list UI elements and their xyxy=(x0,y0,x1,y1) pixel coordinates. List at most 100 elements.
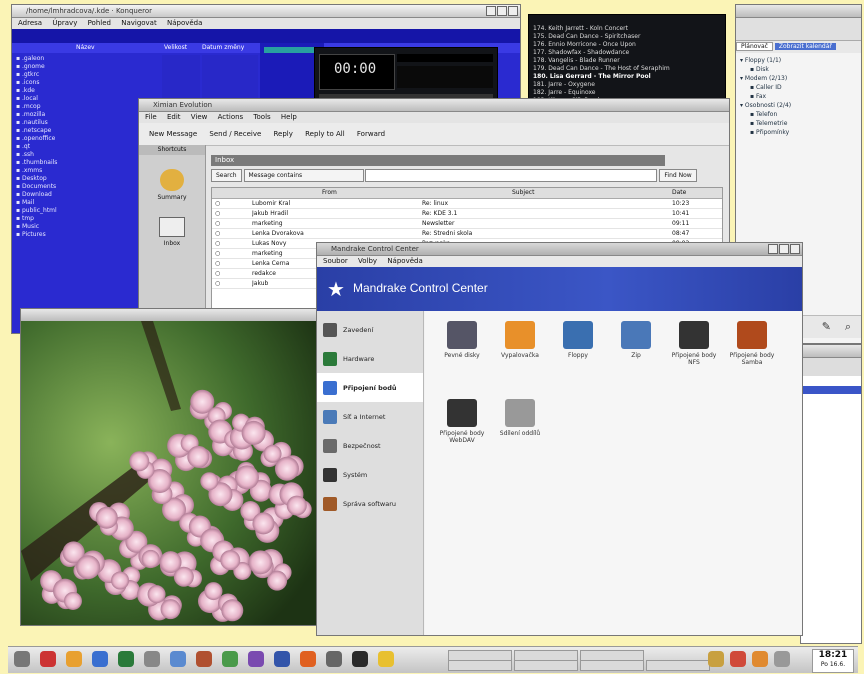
reply-button[interactable]: Reply xyxy=(274,130,293,138)
status-icon[interactable]: ○ xyxy=(215,209,220,218)
col-date-header[interactable]: Datum změny xyxy=(202,43,244,53)
pencil-icon[interactable]: ✎ xyxy=(822,320,831,333)
mount-point-item[interactable]: Připojené body NFS xyxy=(671,321,717,366)
tab-planner[interactable]: Plánovač xyxy=(736,42,773,51)
menu-item[interactable]: Tools xyxy=(253,113,270,121)
tools-icon[interactable] xyxy=(144,651,160,667)
file-manager-titlebar[interactable]: /home/lmhradcova/.kde · Konqueror xyxy=(12,5,520,18)
console-icon[interactable] xyxy=(352,651,368,667)
sidebar-item[interactable]: Bezpečnost xyxy=(317,431,423,460)
terminal-icon[interactable] xyxy=(274,651,290,667)
menu-item[interactable]: Pohled xyxy=(88,19,111,27)
file-item[interactable]: ▪ .kde xyxy=(12,87,160,95)
shortcut-summary[interactable]: Summary xyxy=(139,169,205,201)
playlist-item[interactable]: 175. Dead Can Dance - Spiritchaser xyxy=(529,33,725,41)
playlist-item[interactable]: 179. Dead Can Dance - The Host of Seraph… xyxy=(529,65,725,73)
status-icon[interactable]: ○ xyxy=(215,229,220,238)
col-from-header[interactable]: From xyxy=(322,188,337,198)
col-name-header[interactable]: Název xyxy=(76,43,95,53)
tree-item[interactable]: ▪ Fax xyxy=(740,92,857,101)
menu-item[interactable]: Actions xyxy=(218,113,244,121)
send-receive-button[interactable]: Send / Receive xyxy=(209,130,261,138)
mail-titlebar[interactable]: Ximian Evolution xyxy=(139,99,729,112)
status-icon[interactable]: ○ xyxy=(215,249,220,258)
mount-point-item[interactable]: Zip xyxy=(613,321,659,359)
settings-icon[interactable] xyxy=(326,651,342,667)
tree-item[interactable]: ▪ Telemetrie xyxy=(740,119,857,128)
close-icon[interactable] xyxy=(508,6,518,16)
office-icon[interactable] xyxy=(196,651,212,667)
menu-item[interactable]: Nápověda xyxy=(387,257,422,265)
taskbar-task[interactable] xyxy=(580,660,644,671)
table-row[interactable]: ○ marketing Newsletter 09:11 xyxy=(212,219,722,229)
tray-icon[interactable] xyxy=(752,651,768,667)
minimize-icon[interactable] xyxy=(486,6,496,16)
status-icon[interactable]: ○ xyxy=(215,199,220,208)
minimize-icon[interactable] xyxy=(768,244,778,254)
search-scope-select[interactable]: Search xyxy=(211,169,242,182)
file-item[interactable]: ▪ .gtkrc xyxy=(12,71,160,79)
taskbar-task[interactable] xyxy=(646,660,710,671)
tree-item[interactable]: ▪ Caller ID xyxy=(740,83,857,92)
sidebar-item[interactable]: Hardware xyxy=(317,344,423,373)
tray-icon[interactable] xyxy=(730,651,746,667)
clock[interactable]: 18:21 xyxy=(813,650,853,661)
col-size-header[interactable]: Velikost xyxy=(164,43,187,53)
tray-icon[interactable] xyxy=(708,651,724,667)
file-item[interactable]: ▪ .galeon xyxy=(12,55,160,63)
taskbar-task[interactable] xyxy=(514,660,578,671)
search-criteria-select[interactable]: Message contains xyxy=(243,169,364,182)
tree-item[interactable]: ▾ Modem (2/13) xyxy=(740,74,857,83)
zoom-icon[interactable]: ⌕ xyxy=(845,320,851,334)
status-icon[interactable]: ○ xyxy=(215,239,220,248)
status-icon[interactable]: ○ xyxy=(215,219,220,228)
taskbar-task[interactable] xyxy=(448,660,512,671)
sidebar-item[interactable]: Připojení bodů xyxy=(317,373,423,402)
reply-all-button[interactable]: Reply to All xyxy=(305,130,345,138)
tree-item[interactable]: ▾ Osobnosti (2/4) xyxy=(740,101,857,110)
sidebar-item[interactable]: Síť a Internet xyxy=(317,402,423,431)
menu-item[interactable]: Úpravy xyxy=(52,19,77,27)
sidebar-item[interactable]: Zavedení xyxy=(317,315,423,344)
playlist-item[interactable]: 181. Jarre - Oxygene xyxy=(529,81,725,89)
playlist-item[interactable]: 176. Ennio Morricone - Once Upon xyxy=(529,41,725,49)
search-input[interactable] xyxy=(365,169,658,182)
playlist-item[interactable]: 178. Vangelis - Blade Runner xyxy=(529,57,725,65)
mount-point-item[interactable]: Vypalovačka xyxy=(497,321,543,359)
new-message-button[interactable]: New Message xyxy=(149,130,197,138)
tab-calendar[interactable]: Zobrazit kalendář xyxy=(774,43,836,50)
close-icon[interactable] xyxy=(790,244,800,254)
mount-point-item[interactable]: Floppy xyxy=(555,321,601,359)
file-item[interactable]: ▪ .icons xyxy=(12,79,160,87)
galeon-icon[interactable] xyxy=(92,651,108,667)
table-row[interactable]: ○ Jakub Hradil Re: KDE 3.1 10:41 xyxy=(212,209,722,219)
mount-point-item[interactable]: Připojené body WebDAV xyxy=(439,399,485,444)
home-icon[interactable] xyxy=(66,651,82,667)
gimp-icon[interactable] xyxy=(222,651,238,667)
menu-item[interactable]: Volby xyxy=(358,257,377,265)
scheduler-titlebar[interactable] xyxy=(736,5,861,18)
tree-item[interactable]: ▪ Disk xyxy=(740,65,857,74)
mount-point-item[interactable]: Připojené body Samba xyxy=(729,321,775,366)
kmenu-icon[interactable] xyxy=(14,651,30,667)
menu-item[interactable]: Navigovat xyxy=(121,19,157,27)
editor-icon[interactable] xyxy=(248,651,264,667)
shortcut-inbox[interactable]: Inbox xyxy=(139,217,205,247)
menu-item[interactable]: Help xyxy=(281,113,297,121)
playlist-item[interactable]: 177. Shadowfax - Shadowdance xyxy=(529,49,725,57)
status-icon[interactable]: ○ xyxy=(215,269,220,278)
menu-item[interactable]: View xyxy=(191,113,208,121)
menu-item[interactable]: Nápověda xyxy=(167,19,202,27)
mount-point-item[interactable]: Pevné disky xyxy=(439,321,485,359)
menu-item[interactable]: Adresa xyxy=(18,19,42,27)
maximize-icon[interactable] xyxy=(497,6,507,16)
find-now-button[interactable]: Find Now xyxy=(659,169,697,182)
control-center-titlebar[interactable]: Mandrake Control Center xyxy=(317,243,802,256)
lightbulb-icon[interactable] xyxy=(378,651,394,667)
forward-button[interactable]: Forward xyxy=(357,130,385,138)
tree-item[interactable]: ▪ Telefon xyxy=(740,110,857,119)
konqueror-icon[interactable] xyxy=(118,651,134,667)
sidebar-item[interactable]: Systém xyxy=(317,460,423,489)
col-subject-header[interactable]: Subject xyxy=(512,188,534,198)
xmms-icon[interactable] xyxy=(300,651,316,667)
